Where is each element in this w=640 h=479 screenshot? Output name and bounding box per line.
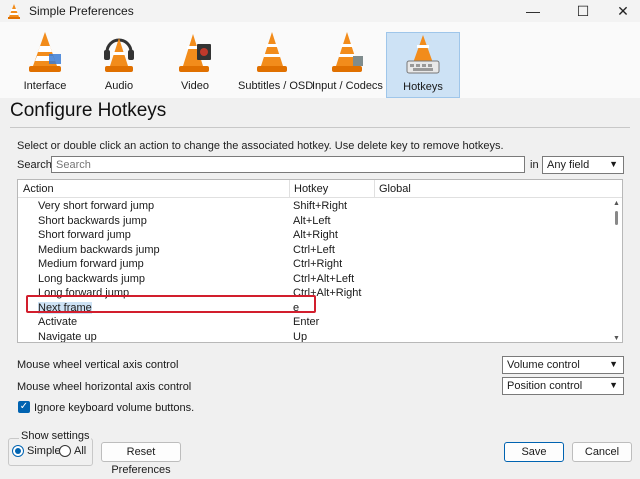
mouse-vertical-value: Volume control xyxy=(507,359,580,371)
search-input[interactable] xyxy=(51,156,525,173)
row-hotkey: Enter xyxy=(293,316,320,328)
show-settings-title: Show settings xyxy=(19,430,92,442)
row-hotkey: Ctrl+Alt+Left xyxy=(293,272,355,285)
save-button[interactable]: Save xyxy=(504,442,564,462)
page-title: Configure Hotkeys xyxy=(10,100,167,121)
category-toolbar: Interface Audio Video Subtitles / OSD In… xyxy=(0,22,640,98)
chevron-down-icon: ▼ xyxy=(609,359,618,369)
row-hotkey: Shift+Right xyxy=(293,200,348,212)
close-icon: ✕ xyxy=(617,2,629,19)
row-action: Medium forward jump xyxy=(38,258,144,270)
chevron-down-icon: ▼ xyxy=(609,380,618,390)
close-button[interactable]: ✕ xyxy=(600,0,640,22)
mouse-horizontal-select[interactable]: Position control ▼ xyxy=(502,377,624,395)
row-action: Activate xyxy=(38,316,78,328)
title-bar: Simple Preferences — ☐ ✕ xyxy=(0,0,640,22)
window-title: Simple Preferences xyxy=(29,4,134,18)
row-action: Short forward jump xyxy=(38,229,131,241)
column-header-hotkey[interactable]: Hotkey xyxy=(294,183,328,195)
table-row[interactable]: Medium backwards jump Ctrl+Left xyxy=(18,243,608,258)
table-row[interactable]: Activate Enter xyxy=(18,315,608,330)
vlc-cone-icon xyxy=(8,4,20,19)
row-hotkey: Ctrl+Right xyxy=(293,258,343,270)
tab-subtitles-osd[interactable]: Subtitles / OSD xyxy=(238,30,314,98)
ignore-volume-checkbox[interactable]: ✓ xyxy=(18,401,30,413)
all-radio-label: All xyxy=(74,445,87,457)
chevron-down-icon: ▼ xyxy=(609,159,618,169)
all-radio[interactable] xyxy=(59,445,71,457)
mouse-vertical-select[interactable]: Volume control ▼ xyxy=(502,356,624,374)
video-film-icon xyxy=(179,34,211,72)
row-action: Navigate up xyxy=(38,330,97,343)
row-hotkey: Alt+Right xyxy=(293,229,338,241)
tab-video[interactable]: Video xyxy=(160,30,230,98)
tab-subtitles-osd-label: Subtitles / OSD xyxy=(238,80,314,92)
mouse-vertical-label: Mouse wheel vertical axis control xyxy=(17,359,179,371)
tab-interface-label: Interface xyxy=(23,80,67,92)
search-in-label: in xyxy=(530,159,539,171)
mouse-horizontal-label: Mouse wheel horizontal axis control xyxy=(17,381,192,393)
ignore-volume-label: Ignore keyboard volume buttons. xyxy=(34,402,195,414)
tab-video-label: Video xyxy=(181,80,209,92)
subtitles-cone-icon xyxy=(257,32,287,72)
table-row[interactable]: Very short forward jump Shift+Right xyxy=(18,199,608,214)
table-row[interactable]: Short forward jump Alt+Right xyxy=(18,228,608,243)
tab-interface[interactable]: Interface xyxy=(12,30,78,98)
heading-divider xyxy=(10,127,630,128)
tab-hotkeys[interactable]: Hotkeys xyxy=(386,32,460,98)
search-scope-value: Any field xyxy=(547,159,590,171)
input-codecs-cone-icon xyxy=(332,32,363,72)
row-hotkey: Alt+Left xyxy=(293,214,331,227)
tab-audio-label: Audio xyxy=(104,80,134,92)
column-header-global[interactable]: Global xyxy=(379,183,411,195)
hotkeys-table[interactable]: Action Hotkey Global Very short forward … xyxy=(17,179,623,343)
minimize-icon: — xyxy=(526,3,540,19)
row-hotkey: Up xyxy=(293,330,308,343)
hotkeys-keyboard-icon xyxy=(406,35,440,74)
interface-cone-icon xyxy=(29,32,61,72)
row-action: Very short forward jump xyxy=(38,200,155,212)
scroll-up-icon[interactable]: ▲ xyxy=(613,200,620,207)
table-row[interactable]: Short backwards jump Alt+Left xyxy=(18,214,608,229)
row-action: Medium backwards jump xyxy=(38,243,160,256)
table-row[interactable]: Navigate up Up xyxy=(18,330,608,343)
column-divider xyxy=(374,180,375,198)
search-label: Search xyxy=(17,159,52,171)
tab-input-codecs-label: Input / Codecs xyxy=(312,80,383,92)
highlight-box xyxy=(26,295,316,313)
row-action: Long backwards jump xyxy=(38,272,146,285)
tab-audio[interactable]: Audio xyxy=(88,30,150,98)
mouse-horizontal-value: Position control xyxy=(507,380,583,392)
scroll-down-icon[interactable]: ▼ xyxy=(613,335,620,342)
cancel-button[interactable]: Cancel xyxy=(572,442,632,462)
minimize-button[interactable]: — xyxy=(510,0,556,22)
checkmark-icon: ✓ xyxy=(19,401,29,412)
tab-hotkeys-label: Hotkeys xyxy=(403,81,443,93)
table-row[interactable]: Medium forward jump Ctrl+Right xyxy=(18,257,608,272)
search-scope-select[interactable]: Any field ▼ xyxy=(542,156,624,174)
table-row[interactable]: Long backwards jump Ctrl+Alt+Left xyxy=(18,272,608,287)
simple-radio-label: Simple xyxy=(27,445,61,457)
column-header-action[interactable]: Action xyxy=(23,183,54,195)
instructions-text: Select or double click an action to chan… xyxy=(17,140,504,152)
tab-input-codecs[interactable]: Input / Codecs xyxy=(312,30,383,98)
scrollbar-thumb[interactable] xyxy=(615,211,618,225)
row-hotkey: Ctrl+Left xyxy=(293,243,335,256)
reset-preferences-button[interactable]: Reset Preferences xyxy=(101,442,181,476)
table-header: Action Hotkey Global xyxy=(18,180,622,198)
audio-headphones-icon xyxy=(104,38,134,72)
simple-radio[interactable] xyxy=(12,445,24,457)
table-scrollbar[interactable]: ▲ ▼ xyxy=(612,198,622,342)
column-divider xyxy=(289,180,290,198)
row-action: Short backwards jump xyxy=(38,214,147,227)
maximize-icon: ☐ xyxy=(576,2,590,19)
